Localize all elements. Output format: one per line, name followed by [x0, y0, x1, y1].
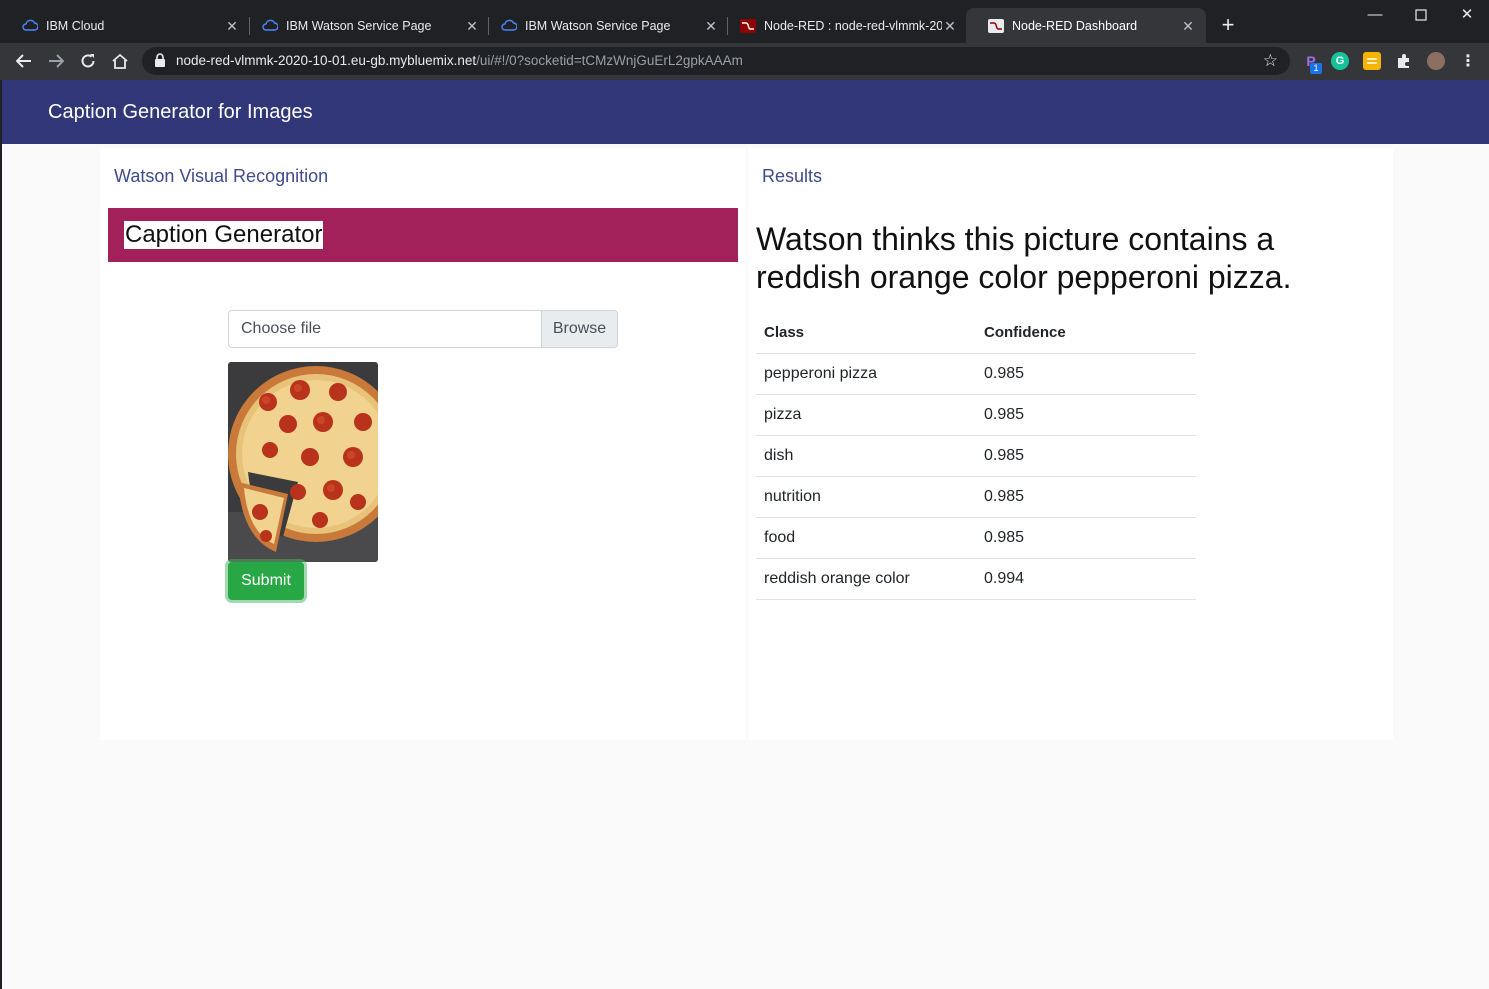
class-cell: reddish orange color: [756, 558, 976, 600]
file-placeholder: Choose file: [241, 320, 322, 337]
browser-toolbar: node-red-vlmmk-2020-10-01.eu-gb.mybluemi…: [0, 43, 1489, 80]
url-text: node-red-vlmmk-2020-10-01.eu-gb.mybluemi…: [176, 53, 743, 68]
confidence-cell: 0.985: [976, 476, 1196, 518]
forward-arrow-icon: [49, 54, 64, 68]
minimize-icon[interactable]: —: [1352, 4, 1398, 26]
result-sentence: Watson thinks this picture contains a re…: [756, 221, 1292, 295]
column-header-class: Class: [756, 313, 976, 354]
tab-watson-service-2[interactable]: IBM Watson Service Page ✕: [479, 8, 729, 43]
table-row: pepperoni pizza 0.985: [756, 353, 1196, 395]
table-row: reddish orange color 0.994: [756, 558, 1196, 600]
dashboard-page: Caption Generator for Images Watson Visu…: [2, 80, 1489, 989]
node-red-icon: [740, 18, 756, 34]
tab-title: Node-RED : node-red-vlmmk-20: [764, 18, 942, 33]
menu-kebab-icon[interactable]: ⋮: [1459, 52, 1477, 70]
tab-title: IBM Watson Service Page: [286, 18, 432, 33]
confidence-cell: 0.985: [976, 394, 1196, 436]
ibm-cloud-icon: [262, 18, 278, 34]
confidence-cell: 0.985: [976, 353, 1196, 395]
table-header-row: Class Confidence: [756, 313, 1196, 354]
lock-icon: [155, 53, 165, 67]
browser-tab-strip: IBM Cloud ✕ IBM Watson Service Page ✕ IB…: [0, 0, 1489, 43]
url-host: node-red-vlmmk-2020-10-01.eu-gb.mybluemi…: [176, 53, 477, 68]
close-icon[interactable]: ✕: [224, 18, 240, 34]
url-path: /ui/#!/0?socketid=tCMzWnjGuErL2gpkAAAm: [476, 53, 743, 68]
new-tab-button[interactable]: +: [1216, 14, 1240, 38]
column-header-confidence: Confidence: [976, 313, 1196, 354]
close-icon[interactable]: ✕: [703, 18, 719, 34]
pizza-preview-image: [228, 362, 378, 562]
table-row: nutrition 0.985: [756, 476, 1196, 518]
reload-button[interactable]: [75, 48, 101, 74]
tab-node-red-editor[interactable]: Node-RED : node-red-vlmmk-20 ✕: [718, 8, 968, 43]
card-title-results: Results: [762, 166, 823, 186]
class-cell: dish: [756, 435, 976, 477]
app-title: Caption Generator for Images: [48, 101, 313, 123]
banner-title: Caption Generator: [124, 221, 324, 249]
app-header: Caption Generator for Images: [2, 80, 1489, 144]
confidence-cell: 0.994: [976, 558, 1196, 600]
address-bar[interactable]: node-red-vlmmk-2020-10-01.eu-gb.mybluemi…: [142, 47, 1290, 75]
browse-button[interactable]: Browse: [541, 311, 617, 347]
bookmark-star-icon[interactable]: ☆: [1263, 51, 1278, 71]
close-icon[interactable]: ✕: [942, 18, 958, 34]
profile-avatar[interactable]: [1427, 52, 1445, 70]
class-cell: food: [756, 517, 976, 559]
home-button[interactable]: [107, 48, 133, 74]
tab-node-red-dashboard[interactable]: Node-RED Dashboard ✕: [966, 8, 1206, 43]
confidence-cell: 0.985: [976, 435, 1196, 477]
ibm-cloud-icon: [501, 18, 517, 34]
table-row: pizza 0.985: [756, 394, 1196, 436]
class-cell: nutrition: [756, 476, 976, 518]
tab-title: Node-RED Dashboard: [1012, 18, 1138, 33]
node-red-dashboard-icon: [988, 18, 1004, 34]
extension-badge: 1: [1310, 63, 1322, 74]
reload-icon: [81, 54, 95, 68]
tab-watson-service-1[interactable]: IBM Watson Service Page ✕: [240, 8, 490, 43]
card-title-visual-recognition: Watson Visual Recognition: [114, 166, 329, 186]
back-arrow-icon: [16, 54, 31, 68]
window-close-icon[interactable]: ✕: [1444, 4, 1489, 26]
caption-generator-banner: Caption Generator: [108, 208, 738, 262]
home-icon: [112, 53, 128, 69]
back-button[interactable]: [11, 48, 37, 74]
results-table: Class Confidence pepperoni pizza 0.985 p…: [756, 313, 1196, 600]
ibm-cloud-icon: [22, 18, 38, 34]
table-row: food 0.985: [756, 517, 1196, 559]
extension-notes-icon[interactable]: [1363, 52, 1381, 70]
confidence-cell: 0.985: [976, 517, 1196, 559]
tab-title: IBM Cloud: [46, 18, 105, 33]
extensions-puzzle-icon[interactable]: [1395, 52, 1413, 70]
class-cell: pepperoni pizza: [756, 353, 976, 395]
submit-button[interactable]: Submit: [228, 562, 304, 600]
file-upload-input[interactable]: Choose file Browse: [228, 310, 618, 348]
maximize-icon[interactable]: [1398, 4, 1444, 26]
table-row: dish 0.985: [756, 435, 1196, 477]
close-icon[interactable]: ✕: [464, 18, 480, 34]
close-icon[interactable]: ✕: [1180, 18, 1196, 34]
class-cell: pizza: [756, 394, 976, 436]
forward-button[interactable]: [43, 48, 69, 74]
grammarly-icon[interactable]: G: [1331, 52, 1349, 70]
tab-title: IBM Watson Service Page: [525, 18, 671, 33]
tab-ibm-cloud[interactable]: IBM Cloud ✕: [0, 8, 250, 43]
